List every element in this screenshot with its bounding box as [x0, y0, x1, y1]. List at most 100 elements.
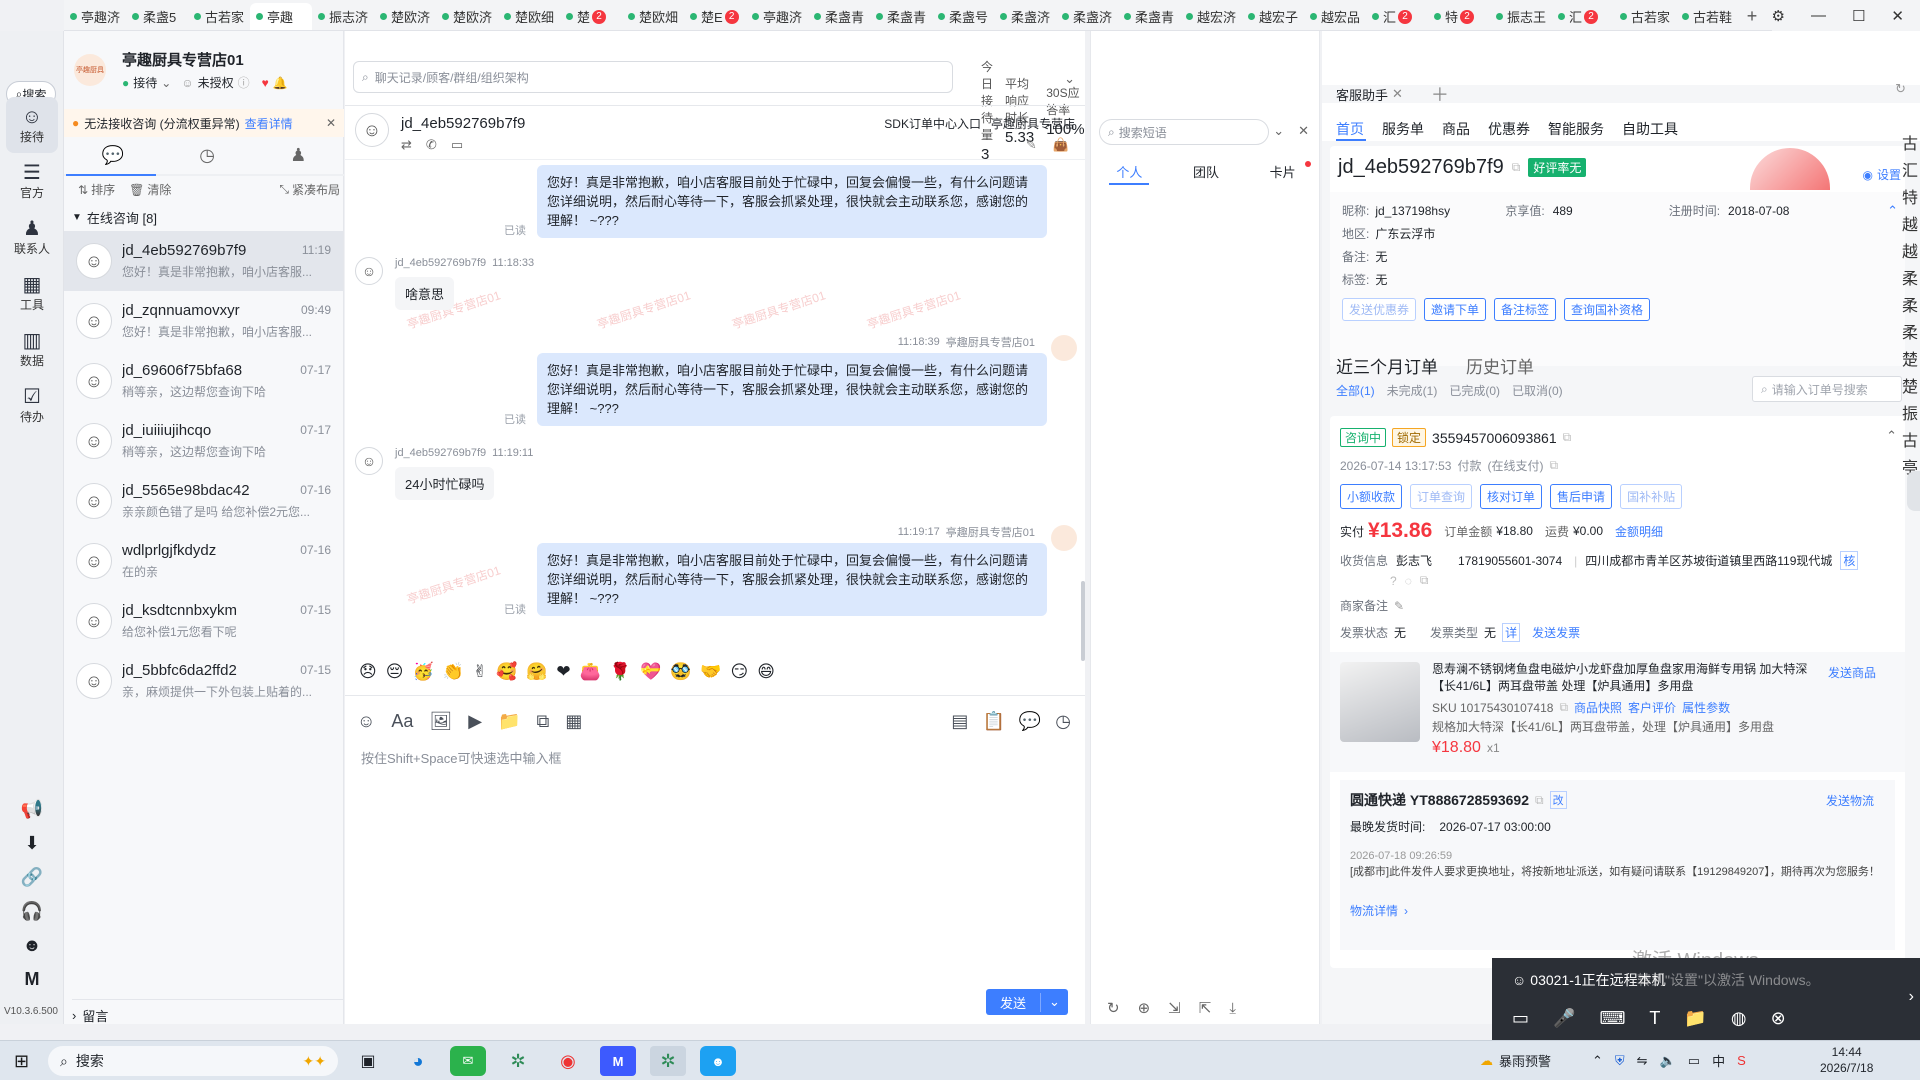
chevron-up-icon[interactable]: ⌃ [1886, 428, 1897, 444]
quick-emoji[interactable]: 🌹 [610, 662, 631, 682]
contact-item[interactable]: ☺ jd_5565e98bdac42 亲亲颜色错了是吗 给您补偿2元您... 07-1… [64, 471, 343, 531]
link-icon[interactable]: 🔗 [0, 867, 64, 888]
store-tab[interactable]: 柔盏青 [808, 3, 870, 30]
help-icon[interactable]: ⓘ [238, 74, 250, 91]
order-action-button[interactable]: 核对订单 [1480, 484, 1543, 509]
assistant-nav-item[interactable]: 服务单 [1382, 119, 1424, 139]
message-icon[interactable]: ▭ [451, 137, 463, 153]
copy-icon[interactable]: ⧉ [1420, 573, 1429, 588]
eye-off-icon[interactable]: ◌ [1405, 574, 1412, 588]
windows-start-icon[interactable]: ⊞ [14, 1051, 29, 1072]
store-tab[interactable]: 越宏品 [1304, 3, 1366, 30]
chat-scrollbar[interactable] [1081, 581, 1085, 661]
customer-action-button[interactable]: 查询国补资格 [1564, 298, 1651, 321]
store-tab[interactable]: 汇2 [1552, 3, 1614, 30]
copy-icon[interactable]: ⧉ [1559, 700, 1568, 715]
tab-personal[interactable]: 个人 [1116, 162, 1142, 181]
quick-emoji[interactable]: 😔 [386, 662, 404, 682]
store-tab[interactable]: 越宏济 [1180, 3, 1242, 30]
contact-item[interactable]: ☺ jd_5bbfc6da2ffd2 亲，麻烦提供一下外包装上贴着的... 07-15 [64, 651, 343, 711]
export-icon[interactable]: ⇱ [1199, 999, 1212, 1017]
group-icon[interactable]: ♟ [290, 145, 306, 166]
refresh-icon[interactable]: ↻ [1895, 81, 1906, 97]
quick-emoji[interactable]: 🥸 [670, 662, 691, 682]
quick-emoji[interactable]: ❤ [556, 662, 570, 682]
sort-button[interactable]: 排序 [91, 181, 115, 198]
minimize-icon[interactable]: — [1811, 7, 1826, 24]
store-tab[interactable]: 楚欧细 [498, 3, 560, 30]
transfer-icon[interactable]: ⇄ [401, 137, 412, 153]
shield-icon[interactable]: ⛨ [1615, 1053, 1625, 1069]
product-title[interactable]: 恩寿澜不锈钢烤鱼盘电磁炉小龙虾盘加厚鱼盘家用海鲜专用锅 加大特深【长41/6L】… [1432, 661, 1812, 695]
contact-item[interactable]: ☺ jd_zqnnuamovxyr 您好！真是非常抱歉，咱小店客服... 09:49 [64, 291, 343, 351]
refresh-icon[interactable]: ↻ [1107, 999, 1120, 1017]
close-icon[interactable]: ✕ [1392, 86, 1403, 102]
font-icon[interactable]: Aa [391, 711, 413, 732]
quick-emoji[interactable]: 😞 [359, 662, 377, 682]
quick-emoji[interactable]: 🤝 [700, 662, 721, 682]
chevron-down-icon[interactable]: ⌄ [161, 76, 171, 90]
add-tab-button[interactable]: + [1738, 3, 1768, 30]
chat-bot-icon[interactable]: ☻ [0, 935, 64, 956]
order-search-input[interactable]: ⌕ 请输入订单号搜索 [1752, 376, 1902, 402]
table-icon[interactable]: ▦ [565, 711, 582, 732]
maximize-icon[interactable]: ☐ [1852, 7, 1865, 25]
app-m-icon[interactable]: M [600, 1046, 636, 1076]
quick-emoji[interactable]: 🥳 [412, 662, 433, 682]
heart-icon[interactable]: ♥ [262, 76, 269, 90]
leave-message-section[interactable]: › 留言 [72, 999, 344, 1025]
bell-icon[interactable]: 🔔 [273, 76, 288, 90]
auth-status[interactable]: 未授权 [198, 74, 234, 91]
store-tab[interactable]: 楚欧畑 [622, 3, 684, 30]
assistant-tab[interactable]: 客服助手 [1336, 85, 1388, 104]
store-tab[interactable]: 古若家 [1614, 3, 1676, 30]
app-chat-icon[interactable]: ☻ [700, 1046, 736, 1076]
store-tab[interactable]: 柔盏5 [126, 3, 188, 30]
reviews-link[interactable]: 客户评价 [1628, 699, 1676, 716]
tab-history-orders[interactable]: 历史订单 [1466, 353, 1534, 378]
app-star-active-icon[interactable]: ✲ [650, 1046, 686, 1076]
tab-team[interactable]: 团队 [1193, 162, 1219, 181]
rail-item-contacts[interactable]: ♟ 联系人 [0, 209, 64, 265]
network-share-icon[interactable]: ⇋ [1637, 1053, 1648, 1069]
quick-emoji[interactable]: 👛 [580, 662, 601, 682]
ime-indicator[interactable]: 中 [1712, 1051, 1725, 1070]
close-icon[interactable]: ✕ [1891, 7, 1904, 25]
store-tab[interactable]: 楚欧济 [374, 3, 436, 30]
close-circle-icon[interactable]: ⊗ [1771, 1008, 1786, 1029]
video-icon[interactable]: ▶ [468, 711, 482, 732]
send-product-link[interactable]: 发送商品 [1828, 664, 1876, 681]
import-icon[interactable]: ⇲ [1168, 999, 1181, 1017]
order-action-button[interactable]: 国补补贴 [1620, 484, 1683, 509]
app-star-icon[interactable]: ✲ [500, 1046, 536, 1076]
weather-text[interactable]: 暴雨预警 [1499, 1051, 1551, 1070]
order-filter[interactable]: 未完成(1) [1387, 382, 1438, 399]
add-icon[interactable]: ⊕ [1138, 999, 1151, 1017]
contact-item[interactable]: ☺ jd_69606f75bfa68 稍等亲，这边帮您查询下哈 07-17 [64, 351, 343, 411]
quick-emoji[interactable]: 💝 [640, 662, 661, 682]
verify-icon[interactable]: 核 [1840, 551, 1859, 570]
rail-item-tools[interactable]: ▦ 工具 [0, 265, 64, 321]
copy-icon[interactable]: ⧉ [1512, 160, 1521, 175]
chevron-up-icon[interactable]: ⌃ [1592, 1053, 1603, 1069]
customer-action-button[interactable]: 备注标签 [1494, 298, 1557, 321]
store-tab[interactable]: 楚2 [560, 3, 622, 30]
store-tab[interactable]: 柔盏济 [994, 3, 1056, 30]
detail-icon[interactable]: 详 [1502, 623, 1521, 642]
sogou-icon[interactable]: S [1737, 1053, 1746, 1068]
chevron-down-icon[interactable]: ⌄ [1041, 994, 1068, 1010]
chevron-down-icon[interactable]: ⌄ [1064, 71, 1075, 87]
close-icon[interactable]: ✕ [326, 116, 336, 130]
phone-icon[interactable]: ✆ [426, 137, 437, 153]
folder-icon[interactable]: 📁 [498, 711, 520, 732]
keyboard-icon[interactable]: ⌨ [1599, 1008, 1625, 1029]
snapshot-link[interactable]: 商品快照 [1574, 699, 1622, 716]
download-icon[interactable]: ⬇ [0, 833, 64, 854]
clock[interactable]: 14:44 2026/7/18 [1820, 1044, 1873, 1076]
amount-detail-link[interactable]: 金额明细 [1615, 523, 1663, 540]
wechat-icon[interactable]: ✉ [450, 1046, 486, 1076]
assistant-nav-item[interactable]: 自助工具 [1622, 119, 1678, 139]
store-tab[interactable]: 柔盏青 [1118, 3, 1180, 30]
copy-icon[interactable]: ⧉ [1549, 458, 1558, 473]
rail-item-data[interactable]: ▥ 数据 [0, 321, 64, 377]
